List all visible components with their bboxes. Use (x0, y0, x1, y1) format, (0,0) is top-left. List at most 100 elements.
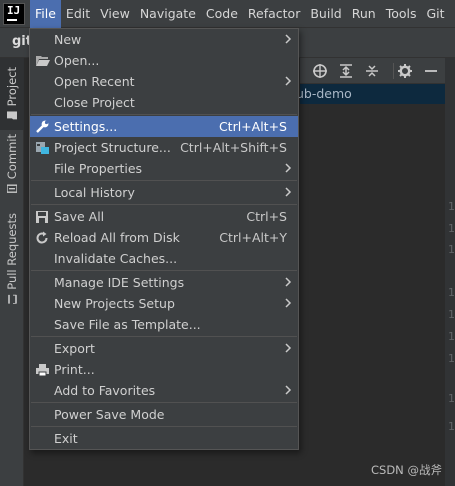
chevron-right-icon (285, 76, 292, 86)
menu-item-label: Save All (54, 209, 105, 224)
menu-item-add-to-favorites[interactable]: Add to Favorites (30, 380, 298, 401)
folder-open-icon (35, 55, 50, 66)
toolbar-divider (393, 63, 394, 79)
menu-item-open[interactable]: Open... (30, 50, 298, 71)
menu-tools[interactable]: Tools (381, 0, 422, 28)
project-tree-selected-row[interactable]: ub-demo (296, 84, 445, 104)
menu-separator (31, 402, 297, 403)
menu-item-manage-ide-settings[interactable]: Manage IDE Settings (30, 272, 298, 293)
menu-run[interactable]: Run (347, 0, 381, 28)
project-tool-window-header (300, 58, 455, 84)
menu-item-label: Add to Favorites (54, 383, 156, 398)
gutter-line-number: 1 (448, 392, 455, 405)
locate-file-icon[interactable] (312, 63, 328, 79)
gutter-line-number: 1 (448, 286, 455, 299)
menu-item-label: New Projects Setup (54, 296, 175, 311)
project-tree-item-label: ub-demo (296, 86, 352, 101)
commit-icon (7, 184, 17, 194)
minimize-icon[interactable] (423, 63, 439, 79)
menu-code[interactable]: Code (201, 0, 243, 28)
menu-view[interactable]: View (95, 0, 135, 28)
menu-item-exit[interactable]: Exit (30, 428, 298, 449)
menu-item-invalidate-caches[interactable]: Invalidate Caches... (30, 248, 298, 269)
gear-icon[interactable] (397, 63, 413, 79)
gutter-line-number: 1 (448, 200, 455, 213)
collapse-all-icon[interactable] (364, 63, 380, 79)
menu-item-close-project[interactable]: Close Project (30, 92, 298, 113)
menu-item-settings[interactable]: Settings... Ctrl+Alt+S (30, 116, 298, 137)
menu-item-label: Invalidate Caches... (54, 251, 178, 266)
gutter-line-number: 1 (448, 420, 455, 433)
menu-item-shortcut: Ctrl+S (246, 209, 287, 224)
menu-item-file-properties[interactable]: File Properties (30, 158, 298, 179)
menu-item-label: Power Save Mode (54, 407, 165, 422)
menu-item-label: New (54, 32, 82, 47)
chevron-right-icon (285, 163, 292, 173)
menu-item-label: Print... (54, 362, 95, 377)
menu-item-print[interactable]: Print... (30, 359, 298, 380)
menu-item-power-save-mode[interactable]: Power Save Mode (30, 404, 298, 425)
tool-tab-project-label: Project (5, 67, 19, 107)
chevron-right-icon (285, 385, 292, 395)
menu-item-label: Save File as Template... (54, 317, 201, 332)
project-structure-icon (35, 141, 49, 154)
folder-icon (7, 111, 17, 120)
menu-item-label: Local History (54, 185, 135, 200)
main-menu-bar: IJ File Edit View Navigate Code Refactor… (0, 0, 455, 28)
reload-icon (36, 231, 48, 244)
tool-tab-pull-requests-label: Pull Requests (5, 212, 19, 290)
menu-item-save-all[interactable]: Save All Ctrl+S (30, 206, 298, 227)
intellij-logo-icon[interactable]: IJ (3, 3, 25, 25)
menu-item-label: Exit (54, 431, 78, 446)
menu-item-open-recent[interactable]: Open Recent (30, 71, 298, 92)
menu-item-label: Export (54, 341, 95, 356)
menu-file[interactable]: File (30, 0, 61, 28)
chevron-right-icon (285, 277, 292, 287)
file-menu-dropdown: New Open... Open Recent Close Project Se… (29, 28, 299, 450)
menu-item-shortcut: Ctrl+Alt+Shift+S (180, 140, 287, 155)
gutter-line-number: 1 (448, 352, 455, 365)
menu-separator (31, 114, 297, 115)
menu-item-save-file-as-template[interactable]: Save File as Template... (30, 314, 298, 335)
menu-item-shortcut: Ctrl+Alt+Y (219, 230, 287, 245)
chevron-right-icon (285, 298, 292, 308)
menu-item-local-history[interactable]: Local History (30, 182, 298, 203)
menu-item-label: Open... (54, 53, 100, 68)
menu-item-label: Open Recent (54, 74, 135, 89)
menu-item-new-projects-setup[interactable]: New Projects Setup (30, 293, 298, 314)
menu-item-new[interactable]: New (30, 29, 298, 50)
menu-navigate[interactable]: Navigate (135, 0, 201, 28)
menu-item-export[interactable]: Export (30, 338, 298, 359)
tool-tab-commit-label: Commit (5, 134, 19, 180)
menu-item-shortcut: Ctrl+Alt+S (218, 119, 287, 134)
expand-all-icon[interactable] (338, 63, 354, 79)
tool-tab-project[interactable]: Project (0, 58, 24, 130)
tool-tab-commit[interactable]: Commit (0, 134, 24, 194)
menu-item-label: Reload All from Disk (54, 230, 180, 245)
gutter-line-number: 1 (448, 243, 455, 256)
menu-separator (31, 204, 297, 205)
menu-separator (31, 426, 297, 427)
tool-tab-pull-requests[interactable]: Pull Requests (0, 210, 24, 306)
chevron-right-icon (285, 343, 292, 353)
gutter-line-number: 1 (448, 308, 455, 321)
gutter-line-number: 1 (448, 222, 455, 235)
menu-separator (31, 180, 297, 181)
menu-git[interactable]: Git (422, 0, 450, 28)
menu-item-project-structure[interactable]: Project Structure... Ctrl+Alt+Shift+S (30, 137, 298, 158)
menu-refactor[interactable]: Refactor (243, 0, 305, 28)
menu-separator (31, 336, 297, 337)
menu-item-label: Settings... (54, 119, 118, 134)
printer-icon (35, 363, 49, 376)
menu-item-reload-all[interactable]: Reload All from Disk Ctrl+Alt+Y (30, 227, 298, 248)
pull-request-icon (8, 294, 17, 304)
wrench-icon (35, 120, 48, 133)
menu-build[interactable]: Build (305, 0, 346, 28)
chevron-right-icon (285, 187, 292, 197)
menu-item-label: File Properties (54, 161, 143, 176)
menu-edit[interactable]: Edit (61, 0, 95, 28)
chevron-right-icon (285, 34, 292, 44)
left-tool-strip: Project Commit Pull Requests (0, 58, 24, 486)
watermark: CSDN @战斧 (371, 463, 442, 477)
save-icon (36, 210, 48, 223)
